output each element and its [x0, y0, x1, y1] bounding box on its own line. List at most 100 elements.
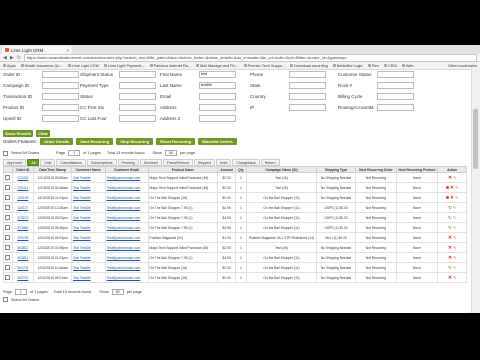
- filter-input[interactable]: [377, 71, 414, 78]
- bookmark-item[interactable]: Web: [401, 64, 413, 68]
- status-tab[interactable]: Declined: [139, 159, 162, 166]
- filter-input[interactable]: [377, 82, 414, 89]
- filter-input[interactable]: [42, 93, 79, 100]
- status-tab[interactable]: All: [27, 159, 40, 166]
- filter-input[interactable]: [289, 104, 326, 111]
- status-tab[interactable]: Cancellations: [56, 159, 86, 166]
- customer-email-link[interactable]: Test@yourdomain.com: [107, 176, 141, 180]
- refresh-icon[interactable]: ↻: [448, 265, 452, 271]
- page-input[interactable]: 1: [14, 289, 27, 295]
- order-id-link[interactable]: 123414: [17, 186, 28, 190]
- bookmark-item[interactable]: BetterBiz Login: [332, 64, 363, 68]
- clear-button[interactable]: Clear: [36, 130, 50, 137]
- edit-icon[interactable]: ✎: [453, 225, 456, 230]
- filter-input[interactable]: testfile: [199, 82, 236, 89]
- delete-icon[interactable]: ✕: [448, 235, 452, 241]
- status-dot-icon[interactable]: [445, 186, 449, 189]
- filter-input[interactable]: [199, 104, 236, 111]
- url-field[interactable]: https://own.rewardsbrainrevest.com/admin…: [23, 53, 477, 62]
- edit-icon[interactable]: ✎: [453, 235, 456, 240]
- filter-input[interactable]: [119, 71, 156, 78]
- table-row[interactable]: 123414 12/15/2015 02:48am Test TestMe Test@…: [3, 182, 467, 193]
- customer-name-link[interactable]: Test TestMe: [73, 226, 91, 230]
- row-checkbox[interactable]: [5, 194, 11, 200]
- bookmark-item[interactable]: Plex: [367, 64, 379, 68]
- status-tab[interactable]: Pending: [117, 159, 139, 166]
- bookmark-item[interactable]: CRM: [384, 64, 397, 68]
- feature-button[interactable]: Blacklist Orders: [198, 138, 237, 145]
- refresh-icon[interactable]: ↻: [448, 205, 452, 211]
- filter-input[interactable]: test: [199, 71, 236, 78]
- page-input[interactable]: 1: [68, 150, 81, 156]
- order-id-link[interactable]: 123415: [17, 176, 28, 180]
- status-tab[interactable]: Return: [260, 159, 280, 166]
- other-bookmarks[interactable]: Other bookmarks: [448, 64, 477, 68]
- per-page-select[interactable]: 50: [111, 289, 124, 295]
- customer-email-link[interactable]: Test@yourdomain.com: [107, 246, 141, 250]
- row-checkbox[interactable]: [5, 234, 11, 240]
- bookmark-item[interactable]: Lime Light CRM: [67, 64, 99, 68]
- browser-tab[interactable]: Lime Light CRM ×: [2, 46, 72, 54]
- status-tab[interactable]: Hold: [215, 159, 232, 166]
- row-checkbox[interactable]: [5, 224, 11, 230]
- table-row[interactable]: 120108 12/10/2015 11:04pm Test TestMe Test@…: [3, 192, 467, 203]
- bookmark-item[interactable]: Download recording: [290, 64, 328, 68]
- edit-icon[interactable]: ✎: [453, 255, 456, 260]
- row-checkbox[interactable]: [5, 204, 11, 210]
- order-id-link[interactable]: 313573: [17, 216, 28, 220]
- filter-input[interactable]: [289, 93, 326, 100]
- customer-email-link[interactable]: Test@yourdomain.com: [107, 186, 141, 190]
- edit-icon[interactable]: ✎: [453, 215, 456, 220]
- row-checkbox[interactable]: [5, 264, 11, 270]
- row-checkbox[interactable]: [5, 244, 11, 250]
- scrollbar-thumb[interactable]: [473, 109, 478, 169]
- close-tab-icon[interactable]: ×: [66, 48, 69, 53]
- table-row[interactable]: 303811 12/03/2015 01:03pm Test TestMe Test@…: [3, 252, 467, 263]
- filter-input[interactable]: [42, 82, 79, 89]
- edit-icon[interactable]: ✎: [453, 205, 456, 210]
- bookmark-item[interactable]: Mail Manage and Fin...: [195, 64, 239, 68]
- customer-name-link[interactable]: Test TestMe: [73, 246, 91, 250]
- select-all-checkbox[interactable]: [3, 150, 8, 156]
- table-row[interactable]: 300703 12/02/2015 09:21am Test TestMe Test@…: [3, 272, 467, 283]
- customer-name-link[interactable]: Test TestMe: [73, 216, 91, 220]
- filter-input[interactable]: [377, 104, 414, 111]
- customer-email-link[interactable]: Test@yourdomain.com: [107, 276, 141, 280]
- delete-icon[interactable]: ✕: [448, 245, 452, 251]
- filter-input[interactable]: [119, 93, 156, 100]
- filter-input[interactable]: [289, 82, 326, 89]
- delete-icon[interactable]: ✕: [448, 275, 452, 281]
- table-row[interactable]: 313565 12/09/2015 05:48pm Test TestMe Test@…: [3, 222, 467, 233]
- customer-email-link[interactable]: Test@yourdomain.com: [107, 226, 141, 230]
- status-tab[interactable]: Void: [40, 159, 56, 166]
- edit-icon[interactable]: ✎: [453, 245, 456, 250]
- vertical-scrollbar[interactable]: [471, 69, 480, 313]
- order-id-link[interactable]: 303811: [17, 256, 28, 260]
- bookmark-item[interactable]: Health Insurance Qu...: [20, 64, 63, 68]
- row-checkbox[interactable]: [5, 274, 11, 280]
- table-row[interactable]: 313573 12/09/2015 09:22pm Test TestMe Test@…: [3, 212, 467, 223]
- filter-input[interactable]: [199, 93, 236, 100]
- reload-icon[interactable]: ↻: [17, 55, 21, 61]
- customer-name-link[interactable]: Test TestMe: [73, 236, 91, 240]
- customer-name-link[interactable]: Test TestMe: [73, 266, 91, 270]
- row-checkbox[interactable]: [5, 184, 11, 190]
- delete-icon[interactable]: ✕: [450, 185, 454, 191]
- feature-button[interactable]: Order Details: [40, 138, 74, 145]
- bookmark-item[interactable]: Pandora Internet Ra...: [149, 64, 191, 68]
- customer-name-link[interactable]: Test TestMe: [73, 206, 91, 210]
- order-id-link[interactable]: 300703: [17, 276, 28, 280]
- status-tab[interactable]: Approved: [3, 159, 27, 166]
- show-results-button[interactable]: Show Results: [3, 130, 33, 137]
- customer-email-link[interactable]: Test@yourdomain.com: [107, 256, 141, 260]
- refresh-icon[interactable]: ↻: [448, 215, 452, 221]
- order-id-link[interactable]: 120108: [17, 196, 28, 200]
- order-id-link[interactable]: 209705: [17, 236, 28, 240]
- back-icon[interactable]: ◀: [3, 55, 7, 61]
- feature-button[interactable]: Reset Recurring: [156, 138, 196, 145]
- filter-input[interactable]: [119, 115, 156, 122]
- delete-icon[interactable]: ✕: [448, 175, 452, 181]
- customer-email-link[interactable]: Test@yourdomain.com: [107, 196, 141, 200]
- select-all-checkbox[interactable]: [3, 297, 8, 302]
- customer-email-link[interactable]: Test@yourdomain.com: [107, 206, 141, 210]
